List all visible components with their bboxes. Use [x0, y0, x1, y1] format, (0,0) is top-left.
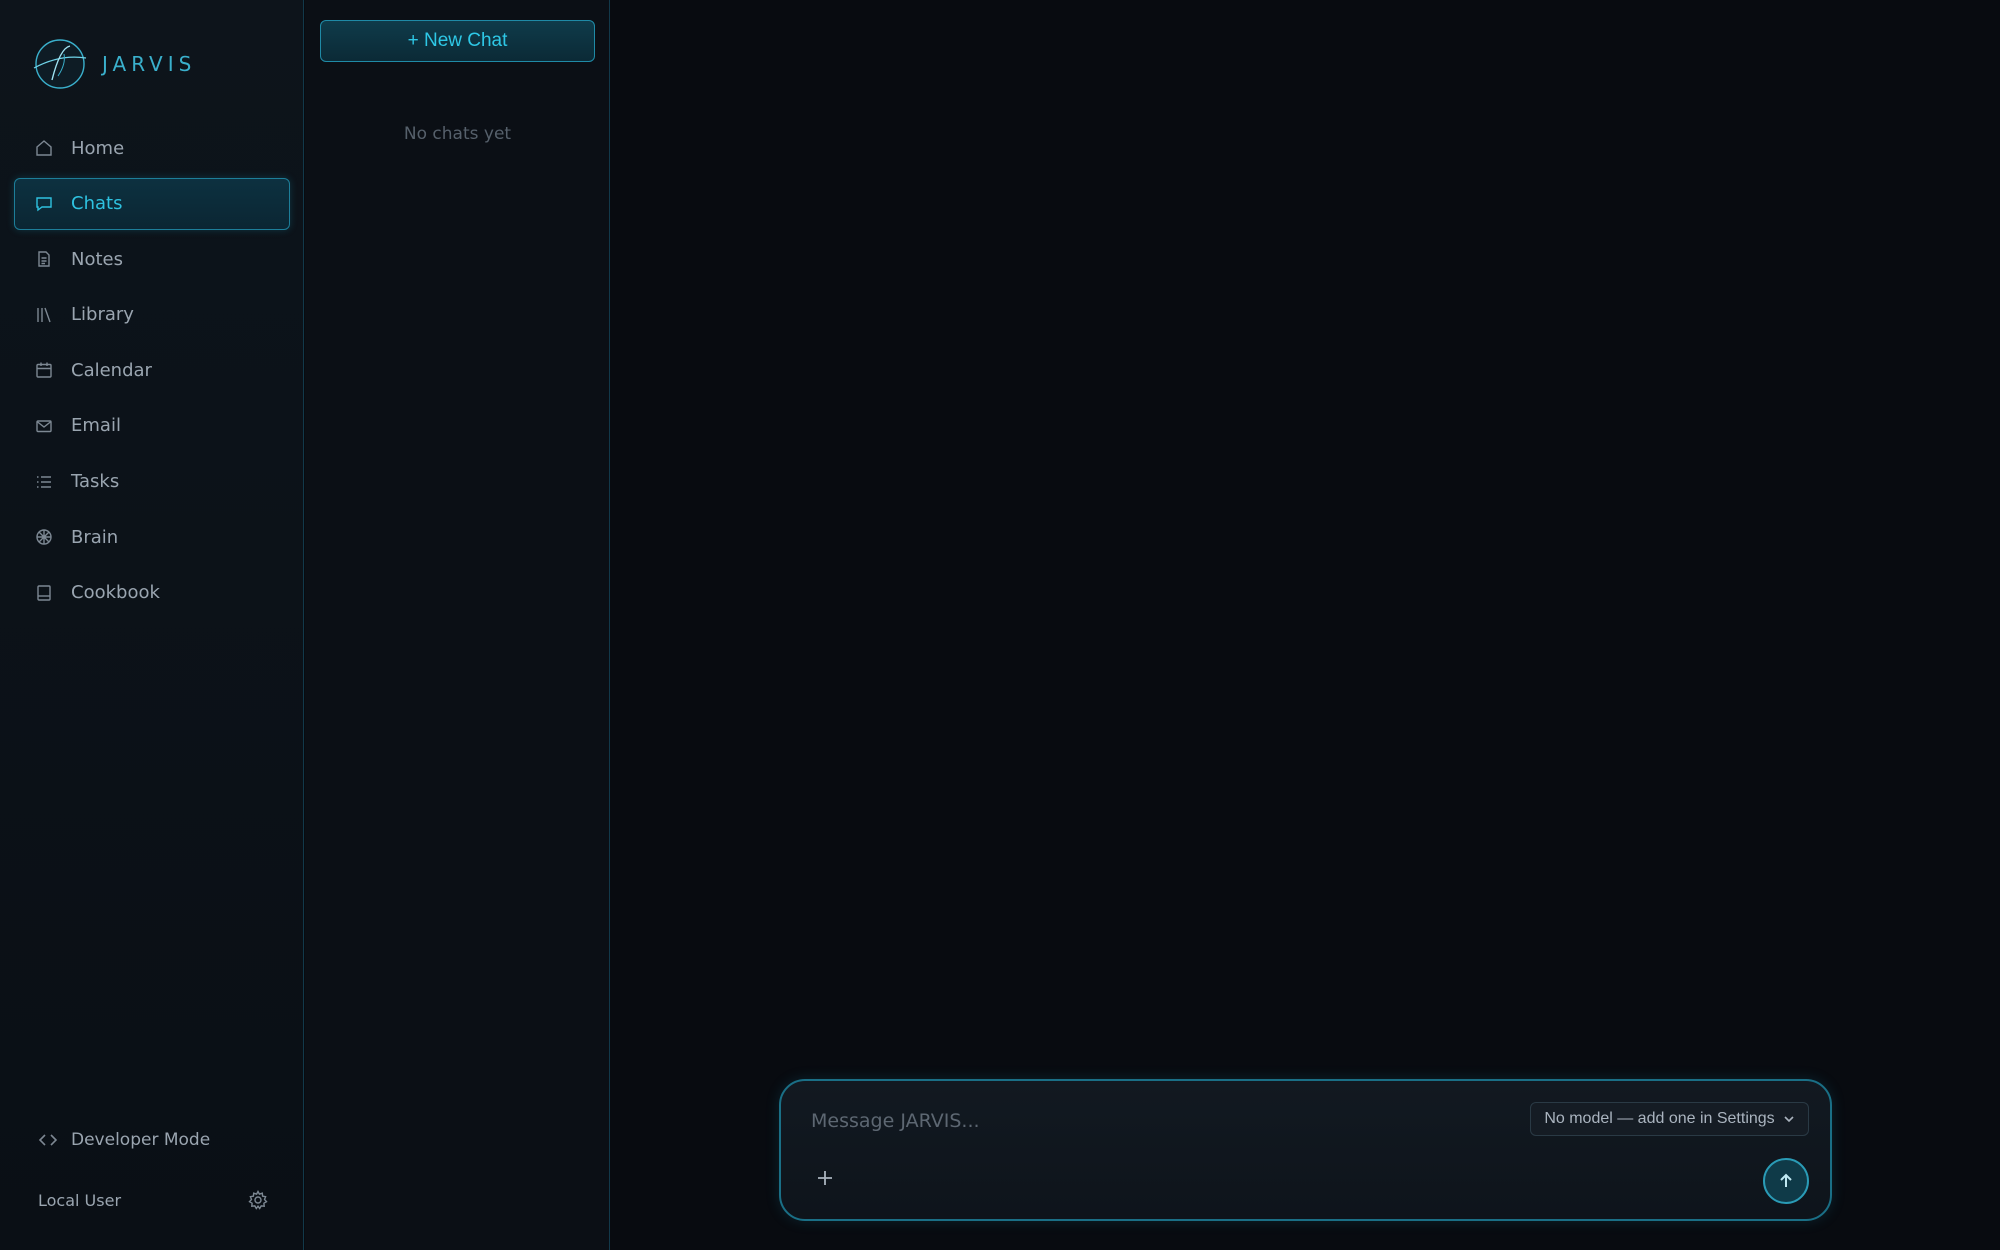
developer-mode-label: Developer Mode: [71, 1130, 211, 1150]
gear-icon[interactable]: [248, 1190, 268, 1210]
new-chat-button[interactable]: + New Chat: [320, 20, 595, 62]
jarvis-logo-icon: [33, 39, 87, 89]
sidebar-item-email[interactable]: Email: [14, 400, 290, 452]
sidebar-item-chats[interactable]: Chats: [14, 177, 290, 230]
envelope-icon: [36, 420, 52, 433]
developer-mode-toggle[interactable]: Developer Mode: [38, 1130, 210, 1150]
sidebar-item-calendar[interactable]: Calendar: [14, 344, 290, 396]
brand-name: JARVIS: [102, 52, 197, 76]
book-icon: [37, 585, 51, 601]
document-icon: [38, 251, 50, 267]
chat-main-area: [611, 0, 2000, 1250]
user-row: Local User: [38, 1190, 268, 1210]
sidebar-item-tasks[interactable]: Tasks: [14, 456, 290, 508]
message-input[interactable]: [811, 1103, 1511, 1139]
home-icon: [36, 140, 52, 156]
sidebar: JARVIS Home Chats Notes Library Calendar…: [0, 0, 304, 1250]
sidebar-item-label: Home: [71, 137, 125, 159]
list-icon: [37, 475, 51, 488]
code-brackets-icon: [38, 1134, 58, 1146]
brain-icon: [36, 529, 52, 545]
model-select[interactable]: No model — add one in Settings: [1530, 1102, 1809, 1136]
sidebar-item-label: Cookbook: [71, 582, 160, 604]
empty-chats-message: No chats yet: [403, 124, 512, 144]
arrow-up-icon: [1780, 1173, 1792, 1187]
sidebar-item-notes[interactable]: Notes: [14, 233, 290, 285]
sidebar-item-label: Notes: [71, 248, 123, 270]
sidebar-item-cookbook[interactable]: Cookbook: [14, 567, 290, 619]
sidebar-item-label: Library: [71, 304, 134, 326]
attach-button[interactable]: [811, 1164, 839, 1192]
calendar-icon: [36, 362, 52, 379]
sidebar-item-home[interactable]: Home: [14, 122, 290, 174]
sidebar-item-label: Calendar: [71, 359, 152, 381]
chat-bubble-icon: [36, 196, 52, 211]
message-composer: No model — add one in Settings: [779, 1079, 1832, 1221]
logo-row[interactable]: JARVIS: [30, 34, 196, 94]
send-button[interactable]: [1763, 1158, 1809, 1204]
model-select-label: No model — add one in Settings: [1544, 1110, 1775, 1127]
sidebar-item-label: Tasks: [71, 471, 120, 493]
sidebar-nav: Home Chats Notes Library Calendar Email …: [14, 122, 290, 622]
sidebar-item-label: Email: [71, 415, 121, 437]
sidebar-item-library[interactable]: Library: [14, 289, 290, 341]
sidebar-item-label: Brain: [71, 526, 119, 548]
library-icon: [37, 307, 51, 323]
chevron-down-icon: [1784, 1116, 1794, 1123]
plus-icon: [818, 1171, 832, 1185]
sidebar-item-label: Chats: [71, 193, 123, 215]
sidebar-item-brain[interactable]: Brain: [14, 511, 290, 563]
user-name: Local User: [38, 1190, 122, 1210]
chat-list-panel: + New Chat No chats yet: [305, 0, 610, 1250]
